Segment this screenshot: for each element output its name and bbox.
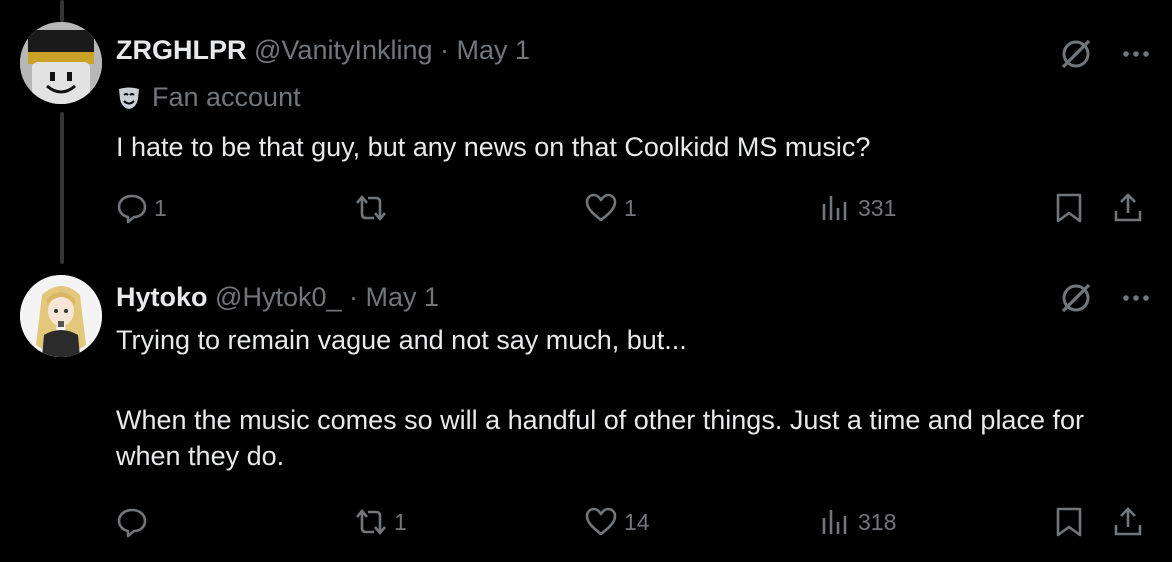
repost-icon — [356, 508, 386, 536]
bookmark-icon — [1056, 193, 1082, 223]
share-button[interactable] — [1112, 506, 1144, 538]
theater-mask-icon — [116, 85, 142, 111]
grok-icon[interactable] — [1058, 36, 1094, 72]
handle[interactable]: @VanityInkling — [254, 35, 433, 65]
views-icon — [822, 196, 847, 220]
more-options-icon[interactable] — [1122, 293, 1150, 303]
repost-icon — [356, 194, 386, 222]
share-icon — [1114, 193, 1142, 222]
handle[interactable]: @Hytok0_ — [215, 282, 341, 312]
tweet-actions: 1 1 331 — [116, 192, 1150, 232]
reply-icon — [117, 508, 147, 538]
repost-button[interactable]: 1 — [354, 506, 407, 538]
tweet-1[interactable]: ZRGHLPR @VanityInkling · May 1 Fan accou… — [0, 0, 1172, 270]
avatar[interactable] — [20, 22, 102, 104]
reply-count: 1 — [154, 194, 167, 221]
more-options-icon[interactable] — [1122, 49, 1150, 59]
tweet-text: I hate to be that guy, but any news on t… — [116, 132, 871, 162]
grok-icon[interactable] — [1058, 280, 1094, 316]
bookmark-button[interactable] — [1054, 506, 1084, 538]
bookmark-icon — [1056, 507, 1082, 537]
like-button[interactable]: 1 — [584, 192, 637, 224]
view-count: 331 — [858, 194, 897, 221]
like-button[interactable]: 14 — [584, 506, 650, 538]
heart-icon — [585, 507, 617, 536]
anime-avatar-image — [20, 275, 102, 357]
share-icon — [1114, 507, 1142, 536]
tweet-top-right — [1058, 36, 1150, 72]
share-button[interactable] — [1112, 192, 1144, 224]
tweet-text-line-2: When the music comes so will a handful o… — [116, 405, 1084, 471]
separator: · — [349, 282, 359, 312]
separator: · — [440, 35, 450, 65]
reply-icon — [117, 194, 147, 224]
display-name[interactable]: ZRGHLPR — [116, 35, 247, 65]
timestamp[interactable]: May 1 — [457, 35, 531, 65]
thread-view: ZRGHLPR @VanityInkling · May 1 Fan accou… — [0, 0, 1172, 562]
bookmark-button[interactable] — [1054, 192, 1084, 224]
roblox-avatar-image — [20, 22, 102, 104]
display-name[interactable]: Hytoko — [116, 282, 208, 312]
account-label[interactable]: Fan account — [116, 82, 301, 113]
tweet-2[interactable]: Hytoko @Hytok0_ · May 1 Trying to remain… — [0, 270, 1172, 562]
views-button[interactable]: 331 — [820, 192, 896, 224]
like-count: 14 — [624, 508, 650, 535]
repost-count: 1 — [394, 508, 407, 535]
reply-button[interactable] — [116, 506, 154, 538]
tweet-top-right — [1058, 280, 1150, 316]
timestamp[interactable]: May 1 — [366, 282, 440, 312]
account-label-text: Fan account — [152, 82, 301, 112]
avatar[interactable] — [20, 275, 102, 357]
reply-button[interactable]: 1 — [116, 192, 167, 224]
repost-button[interactable] — [354, 192, 394, 224]
tweet-header: Hytoko @Hytok0_ · May 1 — [116, 280, 439, 314]
tweet-header: ZRGHLPR @VanityInkling · May 1 — [116, 33, 530, 67]
heart-icon — [585, 193, 617, 222]
tweet-text-line-1: Trying to remain vague and not say much,… — [116, 325, 687, 355]
tweet-actions: 1 14 318 — [116, 506, 1150, 546]
views-icon — [822, 510, 847, 534]
view-count: 318 — [858, 508, 897, 535]
views-button[interactable]: 318 — [820, 506, 896, 538]
like-count: 1 — [624, 194, 637, 221]
